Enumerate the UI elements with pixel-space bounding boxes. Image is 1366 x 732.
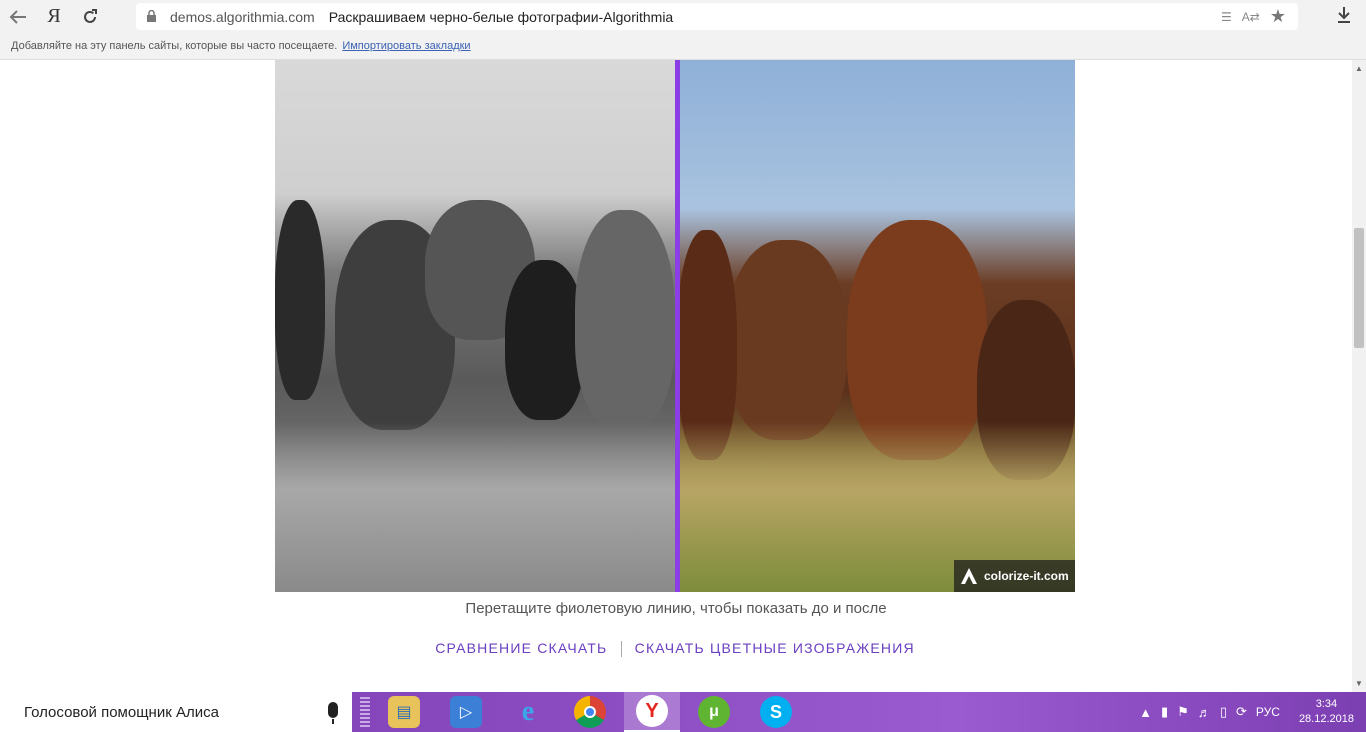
scroll-thumb[interactable] xyxy=(1354,228,1364,348)
url-text: demos.algorithmia.com xyxy=(170,8,315,25)
download-links: СРАВНЕНИЕ СКАЧАТЬ СКАЧАТЬ ЦВЕТНЫЕ ИЗОБРА… xyxy=(0,640,1350,658)
alice-search-box[interactable]: Голосовой помощник Алиса xyxy=(0,692,352,732)
taskbar-explorer[interactable]: ▤ xyxy=(376,692,432,732)
link-separator xyxy=(620,641,622,658)
watermark-text: colorize-it.com xyxy=(984,569,1069,583)
download-icon[interactable] xyxy=(1336,6,1352,29)
speaker-app-icon: ▷ xyxy=(450,696,482,728)
star-icon[interactable]: ★ xyxy=(1270,6,1286,27)
scroll-down-icon[interactable]: ▼ xyxy=(1355,679,1363,688)
taskbar-internet-explorer[interactable]: e xyxy=(500,692,556,732)
taskbar-utorrent[interactable]: μ xyxy=(686,692,742,732)
alice-search-text: Голосовой помощник Алиса xyxy=(24,703,219,721)
before-after-slider[interactable]: colorize-it.com xyxy=(275,60,1075,592)
taskbar-chrome[interactable] xyxy=(562,692,618,732)
watermark: colorize-it.com xyxy=(954,560,1075,592)
chrome-icon xyxy=(574,696,606,728)
system-tray: ▲ ▮ ⚑ ♬ ▯ ⟳ РУС 3:34 28.12.2018 xyxy=(1139,697,1366,727)
slider-divider-handle[interactable] xyxy=(675,60,680,592)
lock-icon xyxy=(136,10,166,23)
clock-date: 28.12.2018 xyxy=(1298,713,1354,725)
page-content: colorize-it.com Перетащите фиолетовую ли… xyxy=(0,60,1352,692)
reload-icon xyxy=(84,8,97,23)
translate-icon[interactable]: A⇄ xyxy=(1242,10,1260,24)
colorize-logo-icon xyxy=(961,568,977,584)
slider-caption: Перетащите фиолетовую линию, чтобы показ… xyxy=(465,600,887,617)
address-bar[interactable]: demos.algorithmia.com Раскрашиваем черно… xyxy=(136,3,1298,30)
scroll-up-icon[interactable]: ▲ xyxy=(1355,64,1363,73)
arrow-left-icon xyxy=(9,9,26,24)
battery-icon[interactable]: ▮ xyxy=(1161,704,1168,720)
utorrent-icon: μ xyxy=(698,696,730,728)
folder-icon: ▤ xyxy=(388,696,420,728)
bookmarks-hint: Добавляйте на эту панель сайты, которые … xyxy=(11,40,338,52)
volume-icon[interactable]: ♬ xyxy=(1198,705,1211,720)
page-title: Раскрашиваем черно-белые фотографии-Algo… xyxy=(328,8,674,25)
page-scrollbar[interactable]: ▲ ▼ xyxy=(1352,60,1366,692)
taskbar-skype[interactable]: S xyxy=(748,692,804,732)
browser-toolbar: Я demos.algorithmia.com Раскрашиваем чер… xyxy=(0,0,1366,33)
language-indicator[interactable]: РУС xyxy=(1256,705,1280,719)
bw-photo xyxy=(275,60,677,592)
bookmarks-bar: Добавляйте на эту панель сайты, которые … xyxy=(0,33,1366,60)
skype-icon: S xyxy=(760,696,792,728)
taskbar-yandex-browser[interactable]: Y xyxy=(624,692,680,732)
reload-button[interactable] xyxy=(72,0,108,33)
reader-mode-icon[interactable]: ☰ xyxy=(1221,10,1232,24)
download-color-images-link[interactable]: СКАЧАТЬ ЦВЕТНЫЕ ИЗОБРАЖЕНИЯ xyxy=(635,640,915,656)
download-comparison-link[interactable]: СРАВНЕНИЕ СКАЧАТЬ xyxy=(435,640,607,656)
back-button[interactable] xyxy=(0,0,36,33)
clock[interactable]: 3:34 28.12.2018 xyxy=(1299,697,1354,727)
chevron-up-icon[interactable]: ▲ xyxy=(1139,705,1152,720)
internet-explorer-icon: e xyxy=(521,696,535,727)
colorized-photo: colorize-it.com xyxy=(677,60,1075,592)
flag-icon[interactable]: ⚑ xyxy=(1177,704,1189,720)
taskbar-speaker-app[interactable]: ▷ xyxy=(438,692,494,732)
clock-time: 3:34 xyxy=(1315,698,1338,710)
import-bookmarks-link[interactable]: Импортировать закладки xyxy=(342,40,470,52)
update-icon[interactable]: ⟳ xyxy=(1236,704,1247,720)
taskbar: Голосовой помощник Алиса ▤ ▷ e Y μ S ▲ ▮… xyxy=(0,692,1366,732)
microphone-icon[interactable] xyxy=(328,702,338,724)
yandex-browser-icon: Y xyxy=(636,695,668,727)
taskbar-grip[interactable] xyxy=(360,697,370,727)
signal-icon[interactable]: ▯ xyxy=(1220,704,1227,720)
yandex-button[interactable]: Я xyxy=(36,0,72,33)
